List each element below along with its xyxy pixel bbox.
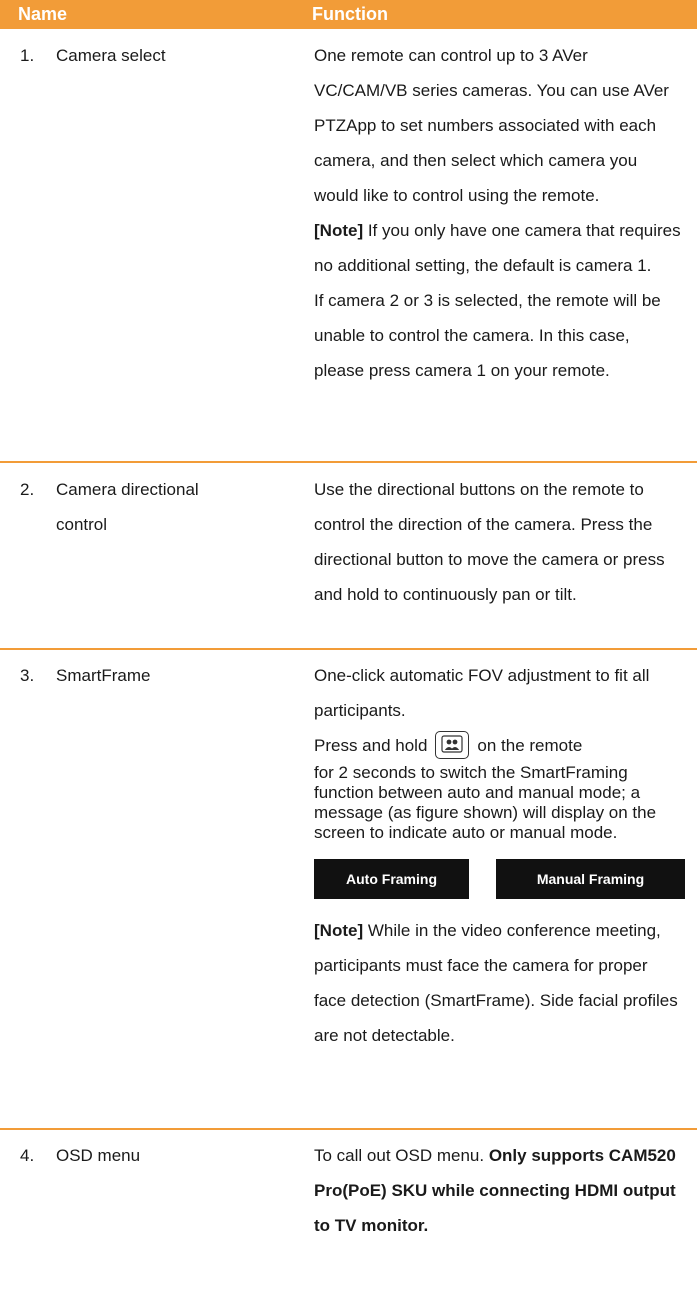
function-table: Name Function 1. Camera select One remote… bbox=[0, 0, 697, 1310]
press-before: Press and hold bbox=[314, 736, 428, 755]
table-header: Name Function bbox=[0, 0, 697, 29]
row-number: 1. bbox=[20, 46, 35, 65]
smartframe-icon bbox=[435, 730, 470, 759]
row-number: 2. bbox=[20, 480, 35, 499]
function-note: [Note] If you only have one camera that … bbox=[314, 213, 684, 283]
row-name: 1. Camera select bbox=[20, 38, 166, 73]
row-name-text: OSD menu bbox=[56, 1146, 141, 1165]
row-name-text-cont: control bbox=[56, 515, 108, 534]
function-desc: One-click automatic FOV adjustment to fi… bbox=[314, 666, 650, 720]
row-function: One remote can control up to 3 AVer VC/C… bbox=[314, 38, 684, 388]
function-press: Press and hold on the remote bbox=[314, 728, 684, 763]
note-text: While in the video conference meeting, p… bbox=[314, 921, 678, 1045]
row-number: 4. bbox=[20, 1146, 35, 1165]
table-row: 4. OSD menu To call out OSD menu. Only su… bbox=[0, 1130, 697, 1310]
row-name: 3. SmartFrame bbox=[20, 658, 150, 693]
note-label: [Note] bbox=[314, 921, 364, 940]
row-function: One-click automatic FOV adjustment to fi… bbox=[314, 658, 685, 1053]
function-desc: Use the directional buttons on the remot… bbox=[314, 480, 665, 604]
note-text: If you only have one camera that require… bbox=[314, 221, 681, 275]
press-after: on the remote bbox=[477, 736, 583, 755]
note-label: [Note] bbox=[314, 221, 364, 240]
header-function: Function bbox=[312, 4, 388, 24]
table-row: 1. Camera select One remote can control u… bbox=[0, 29, 697, 463]
function-desc: To call out OSD menu. Only supports CAM5… bbox=[314, 1138, 684, 1243]
function-press-rest: for 2 seconds to switch the SmartFraming… bbox=[314, 763, 657, 842]
row-name-text: Camera select bbox=[56, 46, 166, 65]
table-row: 3. SmartFrame One-click automatic FOV adj… bbox=[0, 650, 697, 1130]
desc-text: To call out OSD menu. bbox=[314, 1146, 489, 1165]
auto-framing-badge: Auto Framing bbox=[314, 859, 469, 899]
row-name: 2. Camera directional control bbox=[20, 472, 199, 542]
function-desc: One remote can control up to 3 AVer VC/C… bbox=[314, 46, 669, 205]
manual-framing-badge: Manual Framing bbox=[496, 859, 685, 899]
row-function: Use the directional buttons on the remot… bbox=[314, 472, 684, 612]
row-name: 4. OSD menu bbox=[20, 1138, 140, 1173]
table-row: 2. Camera directional control Use the dir… bbox=[0, 463, 697, 650]
function-extra: If camera 2 or 3 is selected, the remote… bbox=[314, 291, 661, 380]
header-name: Name bbox=[18, 4, 68, 24]
row-name-text: SmartFrame bbox=[56, 666, 151, 685]
row-function: To call out OSD menu. Only supports CAM5… bbox=[314, 1138, 684, 1243]
framing-badges: Auto Framing Manual Framing bbox=[314, 851, 685, 913]
row-name-text: Camera directional bbox=[56, 480, 199, 499]
function-note: [Note] While in the video conference mee… bbox=[314, 913, 684, 1053]
row-number: 3. bbox=[20, 666, 35, 685]
